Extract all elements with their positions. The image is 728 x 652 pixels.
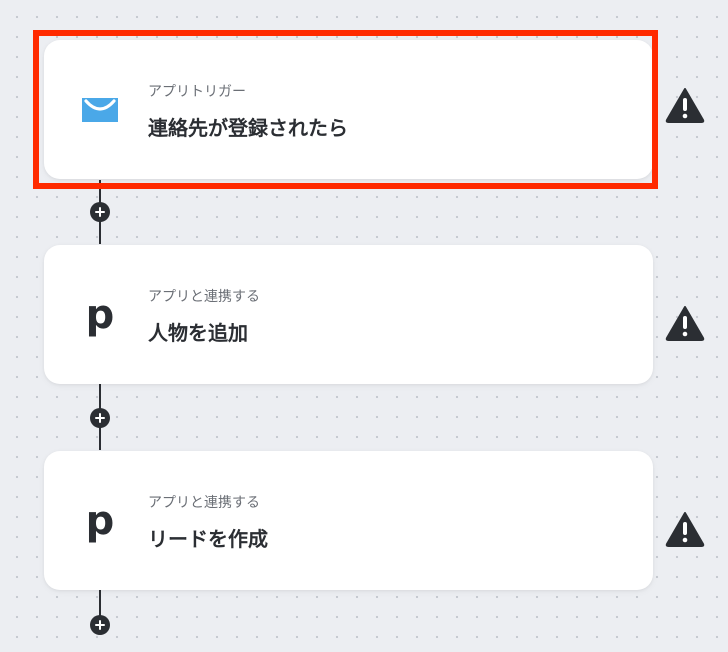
trigger-step-card[interactable]: アプリトリガー 連絡先が登録されたら: [44, 40, 653, 179]
step-type-label: アプリトリガー: [148, 84, 246, 100]
add-step-button[interactable]: [90, 408, 110, 428]
pipedrive-p-glyph: p: [85, 291, 115, 338]
pipedrive-p-glyph: p: [85, 497, 115, 544]
step-type-label: アプリと連携する: [148, 495, 260, 511]
plus-icon: [95, 207, 105, 217]
warning-icon[interactable]: [665, 305, 705, 341]
action-step-card[interactable]: p アプリと連携する リードを作成: [44, 451, 653, 590]
add-step-button[interactable]: [90, 202, 110, 222]
warning-icon[interactable]: [665, 87, 705, 123]
pipedrive-p-icon: p: [80, 501, 120, 541]
plus-icon: [95, 413, 105, 423]
action-step-card[interactable]: p アプリと連携する 人物を追加: [44, 245, 653, 384]
add-step-button[interactable]: [90, 615, 110, 635]
step-type-label: アプリと連携する: [148, 289, 260, 305]
getresponse-mail-icon: [80, 90, 120, 130]
plus-icon: [95, 620, 105, 630]
step-title: リードを作成: [148, 527, 268, 551]
step-title: 連絡先が登録されたら: [148, 116, 348, 140]
step-title: 人物を追加: [148, 321, 248, 345]
pipedrive-p-icon: p: [80, 295, 120, 335]
warning-icon[interactable]: [665, 511, 705, 547]
